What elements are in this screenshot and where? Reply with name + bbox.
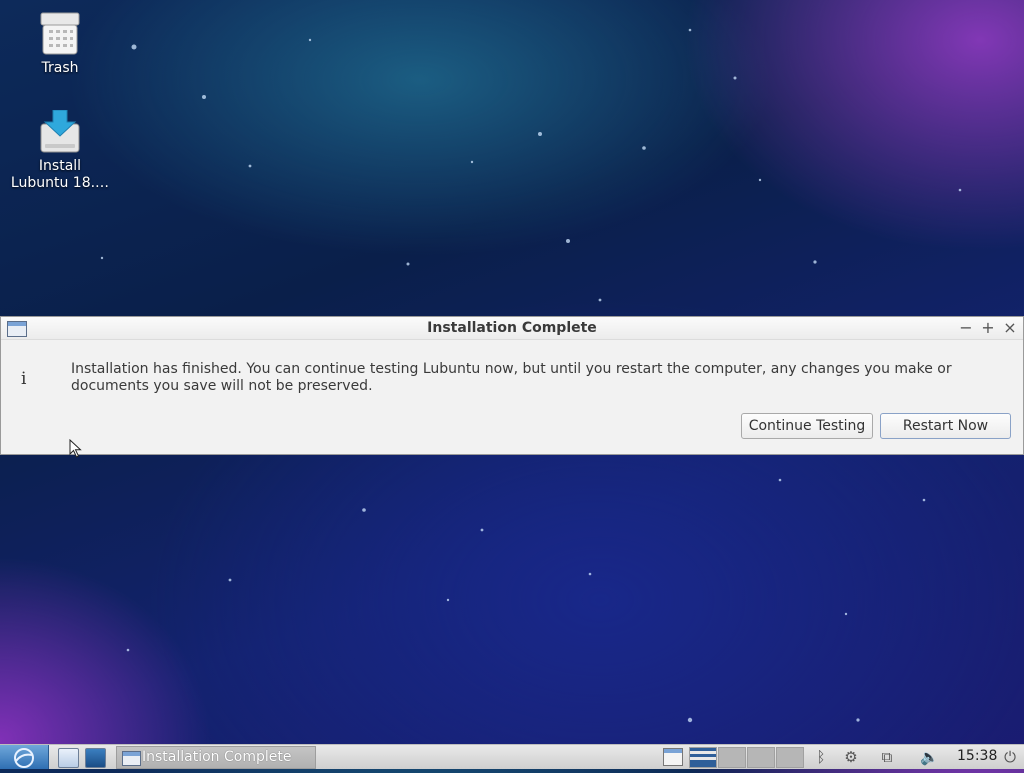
window-list-icon[interactable]	[663, 748, 683, 766]
dialog-titlebar[interactable]: Installation Complete − + ×	[1, 317, 1023, 340]
desktop-icon-label: Install	[38, 158, 82, 174]
workspace-4[interactable]	[776, 747, 804, 768]
mouse-cursor-icon	[69, 439, 82, 458]
desktop-icon-trash[interactable]: Trash	[5, 12, 115, 77]
install-icon	[39, 109, 81, 154]
window-icon	[122, 751, 141, 766]
installation-complete-dialog: Installation Complete − + × i Installati…	[0, 316, 1024, 455]
taskbar-item-installation-complete[interactable]: Installation Complete	[116, 746, 316, 769]
workspace-1[interactable]	[689, 747, 717, 768]
maximize-button[interactable]: +	[981, 318, 995, 337]
info-icon: i	[21, 369, 27, 389]
continue-testing-button[interactable]: Continue Testing	[741, 413, 873, 439]
restart-now-button[interactable]: Restart Now	[880, 413, 1011, 439]
desktop-icon-install-lubuntu[interactable]: Install Lubuntu 18.…	[5, 109, 115, 192]
network-icon[interactable]: ⧉	[878, 748, 896, 766]
trash-icon	[39, 12, 81, 56]
taskbar: Installation Complete ᛒ ⚙ ⧉ 🔈 15:38 ⏻	[0, 744, 1024, 769]
lubuntu-logo-icon	[14, 748, 34, 768]
show-desktop-icon[interactable]	[58, 748, 79, 768]
close-button[interactable]: ×	[1003, 318, 1017, 337]
bluetooth-icon[interactable]: ᛒ	[812, 748, 830, 766]
workspace-2[interactable]	[718, 747, 746, 768]
minimize-button[interactable]: −	[959, 318, 973, 337]
desktop-icon-label: Trash	[41, 60, 79, 76]
power-icon[interactable]: ⏻	[1001, 748, 1019, 766]
clock[interactable]: 15:38	[957, 748, 997, 764]
volume-icon[interactable]: 🔈	[920, 748, 939, 766]
workspace-3[interactable]	[747, 747, 775, 768]
update-icon[interactable]: ⚙	[842, 748, 860, 766]
dialog-title: Installation Complete	[427, 320, 597, 336]
taskbar-item-label: Installation Complete	[142, 749, 292, 765]
start-menu-button[interactable]	[0, 745, 49, 769]
desktop-icon-label: Lubuntu 18.…	[10, 175, 110, 191]
dialog-message: Installation has finished. You can conti…	[71, 361, 952, 394]
file-manager-icon[interactable]	[85, 748, 106, 768]
workspace-pager	[689, 747, 805, 768]
